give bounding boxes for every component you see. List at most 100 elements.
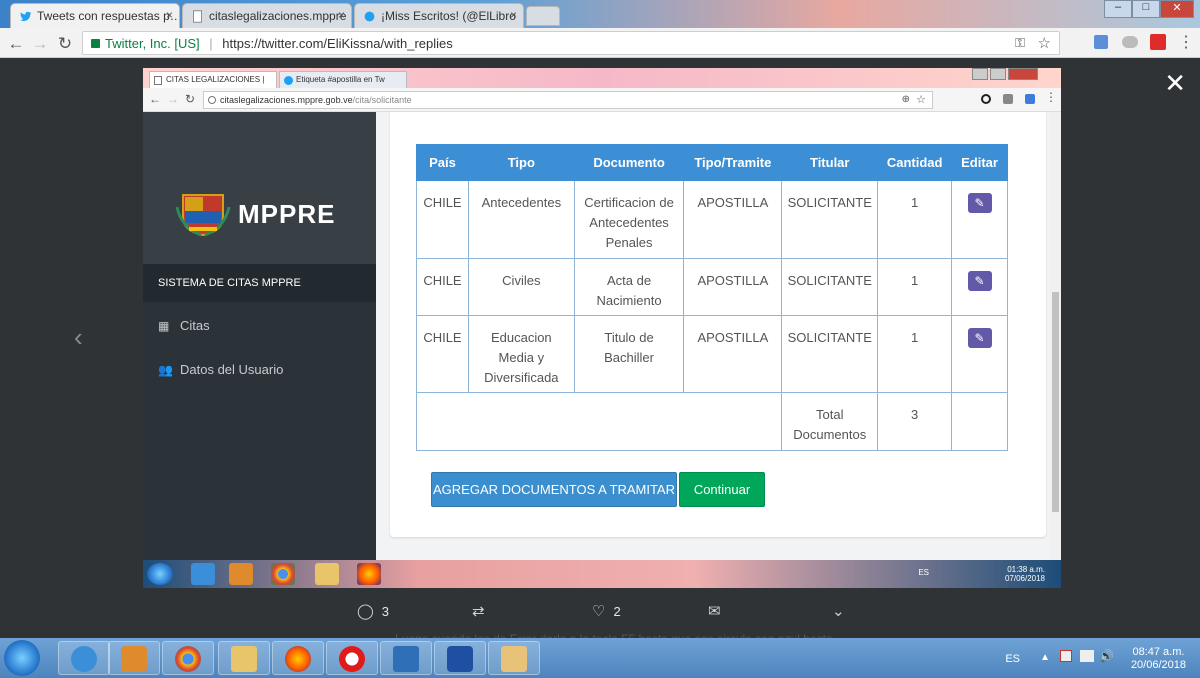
menu-icon[interactable]: ⋮ [1045, 90, 1057, 104]
firefox-icon[interactable] [357, 563, 381, 585]
inner-tab-etiqueta[interactable]: Etiqueta #apostilla en Tw [279, 71, 407, 88]
media-player-icon[interactable] [229, 563, 253, 585]
close-tab-icon[interactable]: × [166, 8, 173, 22]
taskbar-image[interactable] [488, 641, 540, 675]
key-icon[interactable]: ⚿ [1015, 35, 1025, 51]
chrome-icon[interactable] [271, 563, 295, 585]
clock[interactable]: 08:47 a.m. 20/06/2018 [1131, 646, 1186, 672]
secure-label: Twitter, Inc. [US] [105, 36, 200, 51]
sidebar-item-citas[interactable]: ▦ Citas [158, 318, 210, 333]
reload-icon[interactable]: ↻ [55, 34, 75, 54]
minimize-button[interactable] [972, 68, 988, 80]
cell-titular: SOLICITANTE [781, 180, 879, 259]
minimize-button[interactable]: – [1104, 0, 1132, 18]
flag-icon[interactable] [1060, 650, 1072, 662]
menu-icon[interactable]: ⋮ [1178, 32, 1194, 52]
forward-icon[interactable]: → [30, 34, 50, 54]
app-icon [393, 646, 419, 672]
reload-icon[interactable]: ↻ [185, 92, 195, 106]
previous-icon[interactable]: ‹ [74, 322, 83, 353]
taskbar-chrome[interactable] [162, 641, 214, 675]
new-tab-button[interactable] [526, 6, 560, 26]
close-viewer-icon[interactable]: ✕ [1164, 68, 1186, 99]
column-header: Titular [781, 144, 879, 181]
tweet-action-bar: ◯ 3 ⇄ ♡ 2 ✉ ⌄ [0, 595, 1200, 631]
taskbar-explorer[interactable] [218, 641, 270, 675]
close-tab-icon[interactable]: × [338, 8, 345, 22]
start-button[interactable] [4, 640, 40, 676]
inner-clock[interactable]: 01:38 a.m. 07/06/2018 [1005, 565, 1045, 583]
cell-titular: SOLICITANTE [781, 315, 879, 393]
outer-tab-miss-escritos[interactable]: ¡Miss Escritos! (@ElLibro × [354, 3, 524, 28]
taskbar-mcafee[interactable] [434, 641, 486, 675]
close-tab-icon[interactable]: × [510, 8, 517, 22]
language-indicator[interactable]: ES [1005, 653, 1020, 665]
firefox-icon [285, 646, 311, 672]
continue-button[interactable]: Continuar [679, 472, 765, 507]
translate-extension-icon[interactable] [1094, 35, 1108, 49]
star-icon[interactable]: ☆ [916, 93, 926, 106]
maximize-button[interactable] [990, 68, 1006, 80]
edit-button[interactable]: ✎ [967, 193, 992, 213]
inner-tab-citas[interactable]: CITAS LEGALIZACIONES | [149, 71, 277, 88]
taskbar-app[interactable] [380, 641, 432, 675]
cell-editar: ✎ [951, 180, 1008, 259]
info-icon [208, 96, 216, 104]
clock-time: 08:47 a.m. [1132, 646, 1185, 658]
message-button[interactable]: ✉ [708, 602, 729, 620]
cloud-extension-icon[interactable] [1122, 36, 1138, 48]
retweet-button[interactable]: ⇄ [472, 602, 493, 620]
outer-tab-citas[interactable]: citaslegalizaciones.mppre × [182, 3, 352, 28]
lock-icon [91, 39, 100, 48]
reply-button[interactable]: ◯ 3 [357, 602, 389, 620]
extension-icon[interactable] [1003, 94, 1013, 104]
network-icon[interactable] [1080, 650, 1094, 662]
start-icon[interactable] [147, 563, 173, 585]
twitter-icon [20, 11, 32, 21]
close-window-button[interactable]: ✕ [1160, 0, 1194, 18]
shield-icon [447, 646, 473, 672]
cell-editar: ✎ [951, 258, 1008, 316]
users-icon: 👥 [158, 363, 173, 377]
inner-taskbar: ES 01:38 a.m. 07/06/2018 [143, 560, 1061, 588]
ie-icon [71, 646, 97, 672]
sync-icon[interactable] [981, 94, 991, 104]
sidebar-item-datos-usuario[interactable]: 👥 Datos del Usuario [158, 362, 283, 377]
scrollbar[interactable] [1050, 112, 1061, 560]
edit-button[interactable]: ✎ [967, 271, 992, 291]
outer-tab-twitter[interactable]: Tweets con respuestas p… × [10, 3, 180, 28]
edit-button[interactable]: ✎ [967, 328, 992, 348]
extension-icon[interactable] [1025, 94, 1035, 104]
taskbar-media[interactable] [108, 641, 160, 675]
taskbar-opera[interactable] [326, 641, 378, 675]
scrollbar-thumb[interactable] [1052, 292, 1059, 512]
media-player-icon [121, 646, 147, 672]
back-icon[interactable]: ← [6, 34, 26, 54]
maximize-button[interactable]: □ [1132, 0, 1160, 18]
url-host: citaslegalizaciones.mppre.gob.ve [220, 95, 353, 105]
sidebar-item-label: Datos del Usuario [180, 362, 284, 377]
folder-icon[interactable] [315, 563, 339, 585]
taskbar-firefox[interactable] [272, 641, 324, 675]
inner-url-bar[interactable]: citaslegalizaciones.mppre.gob.ve/cita/so… [203, 91, 933, 109]
forward-icon[interactable]: → [167, 92, 179, 106]
pocket-extension-icon[interactable] [1150, 34, 1166, 50]
ie-icon[interactable] [191, 563, 215, 585]
like-button[interactable]: ♡ 2 [592, 602, 621, 620]
star-icon[interactable]: ☆ [1038, 34, 1051, 52]
back-icon[interactable]: ← [149, 92, 161, 106]
zoom-icon[interactable]: ⊕ [902, 94, 910, 105]
tray-arrow-icon[interactable]: ▲ [1040, 652, 1050, 663]
cell-editar: ✎ [951, 315, 1008, 393]
url-bar[interactable]: Twitter, Inc. [US] | https://twitter.com… [82, 31, 1060, 55]
volume-icon[interactable]: 🔊 [1099, 649, 1114, 663]
cell-empty [951, 392, 1008, 451]
more-button[interactable]: ⌄ [832, 602, 853, 620]
outer-tab-label: Tweets con respuestas p… [37, 9, 180, 23]
table-row: CHILE Antecedentes Certificacion de Ante… [416, 180, 1008, 259]
taskbar-ie[interactable] [58, 641, 110, 675]
close-window-button[interactable] [1008, 68, 1038, 80]
language-indicator[interactable]: ES [918, 568, 929, 577]
clock-date: 20/06/2018 [1130, 659, 1186, 671]
add-documents-button[interactable]: AGREGAR DOCUMENTOS A TRAMITAR [431, 472, 677, 507]
